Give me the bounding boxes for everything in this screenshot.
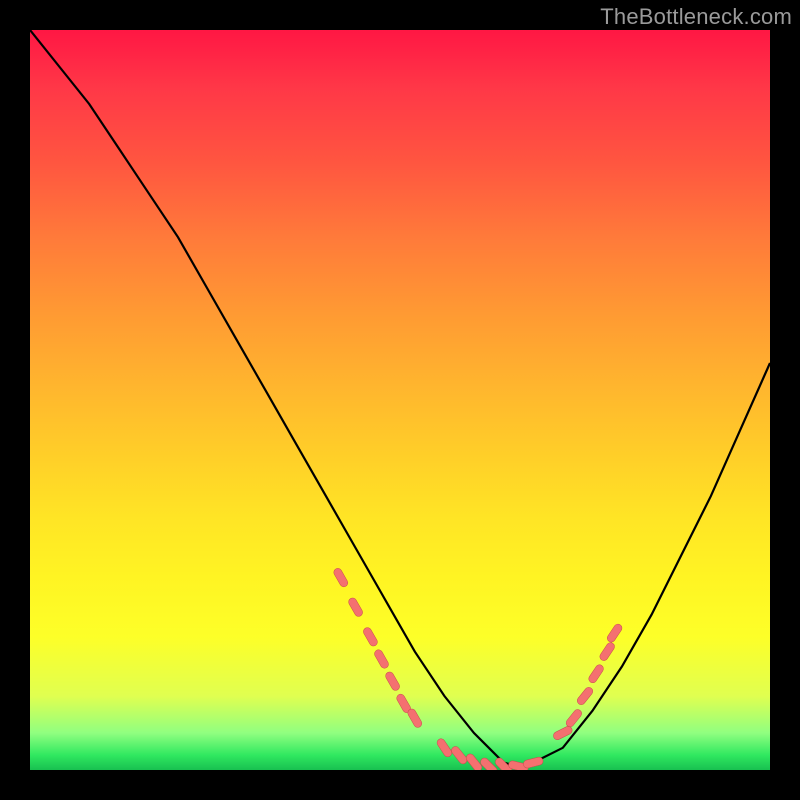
outer-frame: TheBottleneck.com [0,0,800,800]
watermark-text: TheBottleneck.com [600,4,792,30]
plot-area [30,30,770,770]
